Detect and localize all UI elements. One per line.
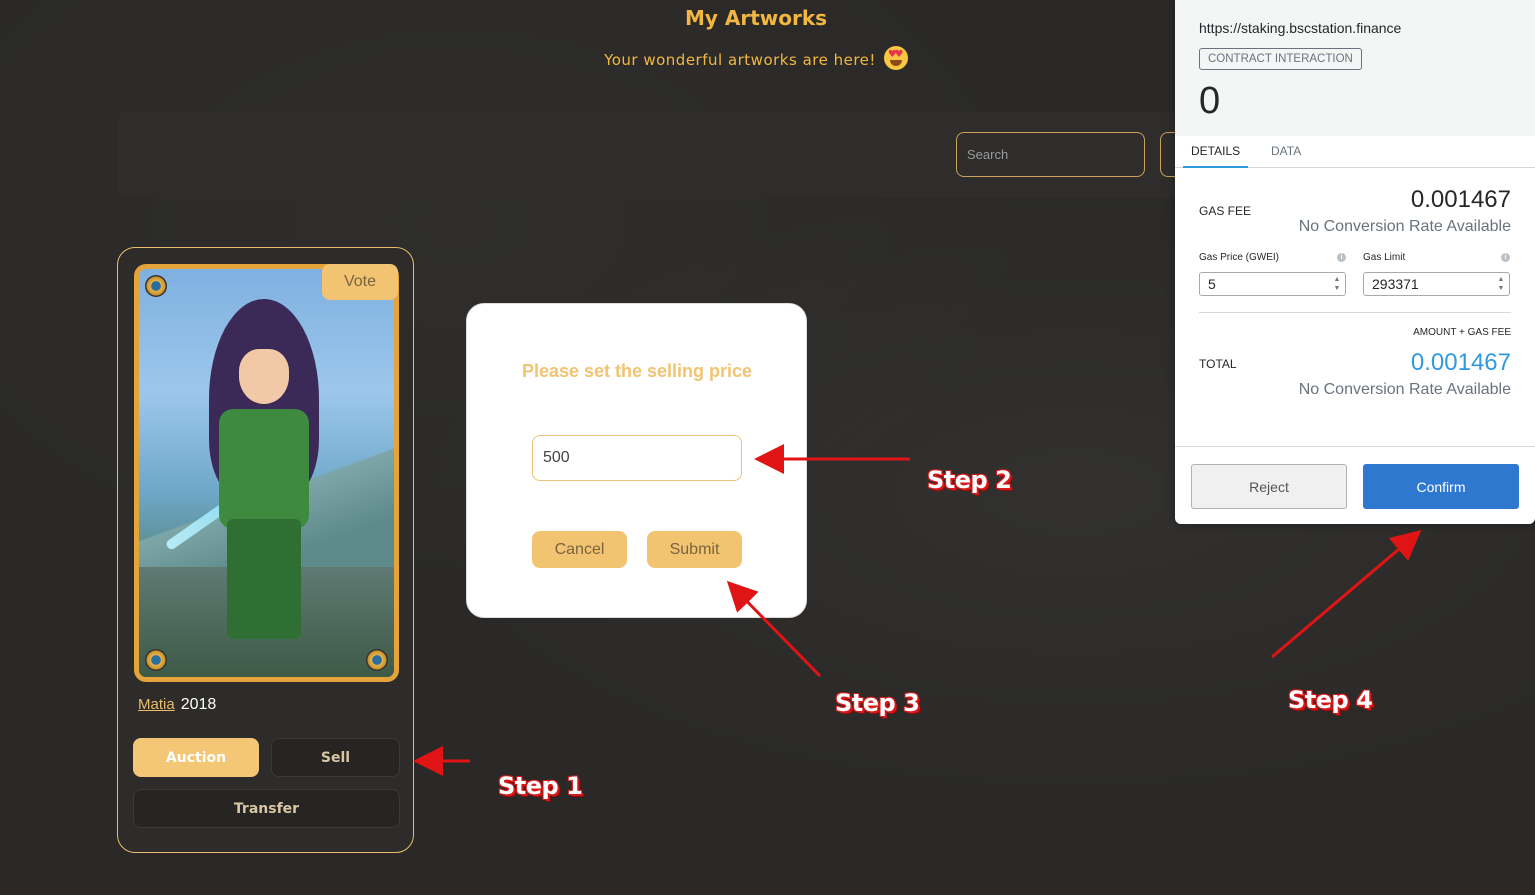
gas-fee-value: 0.001467: [1410, 186, 1511, 213]
transaction-amount: 0: [1199, 80, 1221, 122]
total-value: 0.001467: [1410, 349, 1511, 376]
info-icon[interactable]: i: [1337, 253, 1346, 262]
artwork-image[interactable]: [134, 264, 399, 682]
step2-label: Step 2: [927, 466, 1012, 494]
gas-fee-conversion: No Conversion Rate Available: [1298, 218, 1511, 235]
artist-link[interactable]: Matia: [138, 696, 175, 713]
hero-legs: [227, 519, 301, 639]
popup-header: https://staking.bscstation.finance CONTR…: [1175, 0, 1535, 136]
gas-fee-label: GAS FEE: [1199, 204, 1252, 218]
total-label: TOTAL: [1199, 357, 1237, 371]
gas-price-value: 5: [1208, 276, 1216, 292]
amount-gas-fee-label: AMOUNT + GAS FEE: [1413, 327, 1511, 338]
confirm-button[interactable]: Confirm: [1363, 464, 1519, 509]
popup-tabs: DETAILS DATA: [1175, 136, 1535, 168]
subtitle-text: Your wonderful artworks are here!: [604, 51, 876, 69]
transfer-button[interactable]: Transfer: [133, 789, 400, 828]
step4-label: Step 4: [1288, 686, 1373, 714]
gas-limit-label: Gas Limit: [1363, 252, 1406, 263]
info-icon[interactable]: i: [1501, 253, 1510, 262]
gas-limit-field[interactable]: 293371 ▲ ▼: [1363, 272, 1510, 296]
site-origin: https://staking.bscstation.finance: [1199, 20, 1402, 36]
stepper-arrows-icon[interactable]: ▲ ▼: [1331, 275, 1343, 293]
transaction-type-badge: CONTRACT INTERACTION: [1199, 48, 1362, 70]
step1-label: Step 1: [498, 772, 583, 800]
hero-body: [219, 409, 309, 529]
artwork-year: 2018: [180, 696, 217, 713]
frame-corner-gem-icon: [145, 649, 167, 671]
cancel-button[interactable]: Cancel: [532, 531, 627, 568]
step3-label: Step 3: [835, 689, 920, 717]
step4-arrow: [1271, 530, 1422, 659]
search-input[interactable]: [956, 132, 1145, 177]
total-conversion: No Conversion Rate Available: [1298, 381, 1511, 398]
frame-corner-gem-icon: [366, 649, 388, 671]
price-input[interactable]: [532, 435, 742, 481]
footer-divider: [1175, 446, 1535, 447]
auction-button[interactable]: Auction: [133, 738, 259, 777]
hero-face: [239, 349, 289, 404]
tab-details[interactable]: DETAILS: [1182, 144, 1249, 168]
vote-button[interactable]: Vote: [322, 264, 398, 300]
submit-button[interactable]: Submit: [647, 531, 742, 568]
tab-data[interactable]: DATA: [1271, 144, 1301, 158]
artwork-card: Vote Matia 2018 Auction Sell Transfer: [117, 247, 414, 853]
gas-limit-value: 293371: [1372, 276, 1419, 292]
gas-price-label: Gas Price (GWEI): [1199, 252, 1280, 263]
heart-eyes-emoji-icon: [883, 46, 908, 70]
sell-button[interactable]: Sell: [271, 738, 400, 777]
frame-corner-gem-icon: [145, 275, 167, 297]
reject-button[interactable]: Reject: [1191, 464, 1347, 509]
metamask-confirm-popup: https://staking.bscstation.finance CONTR…: [1175, 0, 1535, 524]
selling-price-modal: Please set the selling price Cancel Subm…: [466, 303, 807, 618]
modal-title: Please set the selling price: [521, 361, 753, 381]
gas-price-field[interactable]: 5 ▲ ▼: [1199, 272, 1346, 296]
divider: [1199, 312, 1511, 313]
card-caption: Matia 2018: [138, 696, 216, 714]
stepper-arrows-icon[interactable]: ▲ ▼: [1495, 275, 1507, 293]
